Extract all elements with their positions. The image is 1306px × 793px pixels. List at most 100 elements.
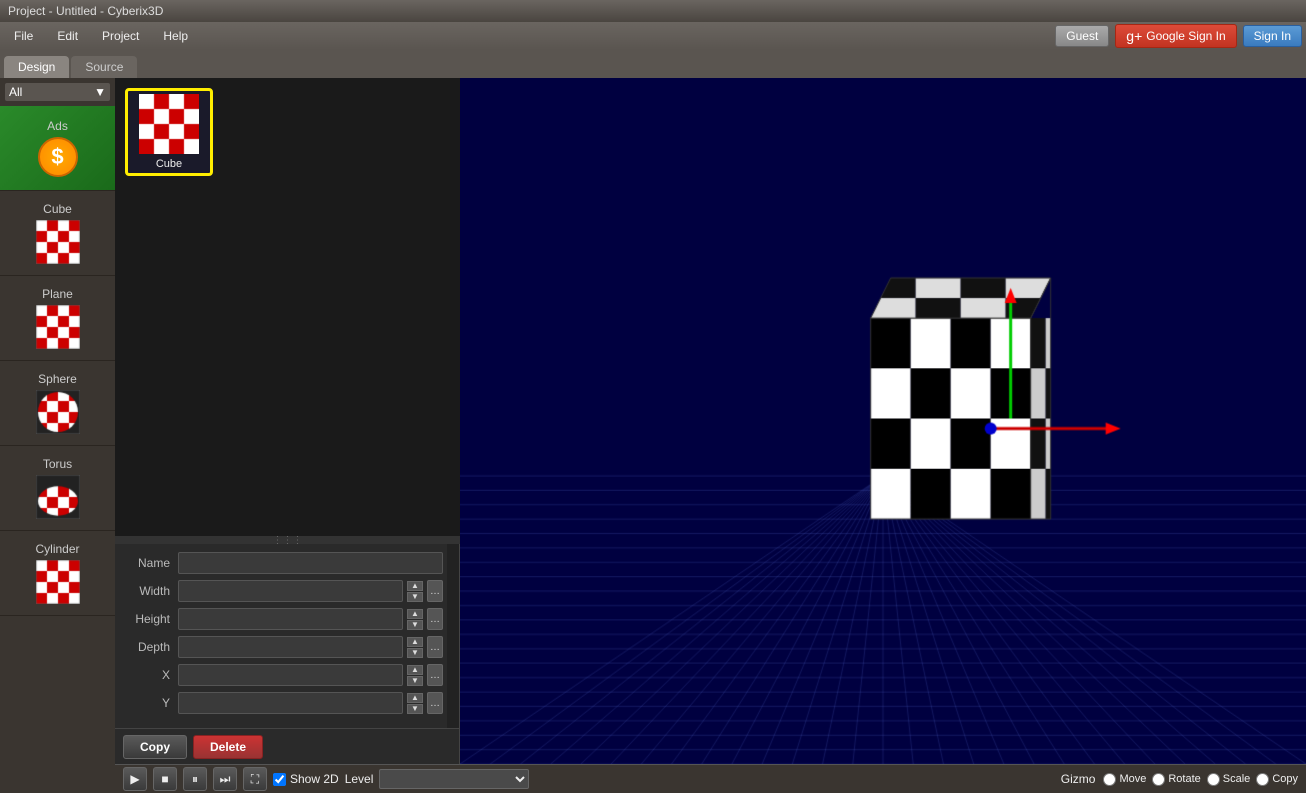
radio-scale-label[interactable]: Scale [1207, 773, 1251, 786]
prop-input-x[interactable] [178, 664, 403, 686]
prop-row-name: Name [119, 552, 443, 574]
toolbar-right: Gizmo Move Rotate Scale [1061, 772, 1298, 786]
main-layout: All ▼ Ads $ Cube Plane Sphere [0, 78, 1306, 793]
prop-label-height: Height [119, 612, 174, 626]
prop-row-y: Y ▲ ▼ … [119, 692, 443, 714]
move-label: Move [1119, 773, 1146, 785]
prop-row-height: Height ▲ ▼ … [119, 608, 443, 630]
ads-dollar-icon: $ [38, 137, 78, 177]
card-cube-label: Cube [156, 158, 182, 170]
width-dots-btn[interactable]: … [427, 580, 443, 602]
menu-edit[interactable]: Edit [47, 26, 88, 46]
auth-area: Guest g+ Google Sign In Sign In [1055, 24, 1302, 48]
show2d-checkbox[interactable] [273, 773, 286, 786]
menu-help[interactable]: Help [153, 26, 198, 46]
properties-scrollbar[interactable] [447, 544, 459, 728]
step-button[interactable]: ⏭ [213, 767, 237, 791]
sidebar-item-plane[interactable]: Plane [0, 276, 115, 361]
prop-input-y[interactable] [178, 692, 403, 714]
radio-rotate[interactable] [1152, 773, 1165, 786]
delete-button[interactable]: Delete [193, 735, 263, 759]
prop-row-x: X ▲ ▼ … [119, 664, 443, 686]
radio-copy-label[interactable]: Copy [1256, 773, 1298, 786]
pause-button[interactable]: ⏸ [183, 767, 207, 791]
sidebar-label-torus: Torus [43, 457, 72, 471]
panel-resize-handle[interactable]: ⋮⋮⋮ [115, 536, 460, 544]
prop-label-width: Width [119, 584, 174, 598]
signin-button[interactable]: Sign In [1243, 25, 1302, 47]
sidebar-item-ads[interactable]: Ads $ [0, 106, 115, 191]
radio-move-label[interactable]: Move [1103, 773, 1146, 786]
sidebar-label-cylinder: Cylinder [35, 542, 79, 556]
y-up-spinner[interactable]: ▲ [407, 693, 423, 703]
depth-up-spinner[interactable]: ▲ [407, 637, 423, 647]
x-up-spinner[interactable]: ▲ [407, 665, 423, 675]
category-select[interactable]: All ▼ [4, 82, 111, 102]
show2d-label: Show 2D [290, 772, 339, 786]
viewport-canvas [460, 78, 1306, 764]
radio-rotate-label[interactable]: Rotate [1152, 773, 1200, 786]
sidebar-item-sphere[interactable]: Sphere [0, 361, 115, 446]
fullscreen-button[interactable]: ⛶ [243, 767, 267, 791]
prop-input-height[interactable] [178, 608, 403, 630]
depth-down-spinner[interactable]: ▼ [407, 648, 423, 658]
prop-label-y: Y [119, 696, 174, 710]
play-button[interactable]: ▶ [123, 767, 147, 791]
depth-dots-btn[interactable]: … [427, 636, 443, 658]
height-up-spinner[interactable]: ▲ [407, 609, 423, 619]
dropdown-arrow-icon: ▼ [90, 83, 110, 101]
object-panel: Cube ⋮⋮⋮ Name [115, 78, 460, 764]
content-area: Cube ⋮⋮⋮ Name [115, 78, 1306, 793]
level-select[interactable] [379, 769, 529, 789]
prop-input-depth[interactable] [178, 636, 403, 658]
google-signin-button[interactable]: g+ Google Sign In [1115, 24, 1236, 48]
bottom-buttons: Copy Delete [115, 728, 459, 764]
object-card-cube[interactable]: Cube [125, 88, 213, 176]
prop-input-width[interactable] [178, 580, 403, 602]
title-bar: Project - Untitled - Cyberix3D [0, 0, 1306, 22]
x-down-spinner[interactable]: ▼ [407, 676, 423, 686]
prop-row-depth: Depth ▲ ▼ … [119, 636, 443, 658]
scale-label: Scale [1223, 773, 1251, 785]
title-text: Project - Untitled - Cyberix3D [8, 4, 163, 18]
radio-copy[interactable] [1256, 773, 1269, 786]
y-down-spinner[interactable]: ▼ [407, 704, 423, 714]
sidebar-item-cylinder[interactable]: Cylinder [0, 531, 115, 616]
properties-panel: Name Width ▲ ▼ … [115, 544, 460, 764]
height-spinners: ▲ ▼ [407, 609, 423, 630]
prop-label-name: Name [119, 556, 174, 570]
width-down-spinner[interactable]: ▼ [407, 592, 423, 602]
sidebar-scroll[interactable]: Ads $ Cube Plane Sphere Torus [0, 106, 115, 793]
gizmo-radio-group: Move Rotate Scale Copy [1103, 773, 1298, 786]
properties-scroll[interactable]: Name Width ▲ ▼ … [115, 544, 447, 728]
category-dropdown[interactable]: All [5, 83, 90, 101]
sidebar-label-cube: Cube [43, 202, 72, 216]
radio-scale[interactable] [1207, 773, 1220, 786]
tab-source[interactable]: Source [71, 56, 137, 78]
prop-input-name[interactable] [178, 552, 443, 574]
depth-spinners: ▲ ▼ [407, 637, 423, 658]
copy-button[interactable]: Copy [123, 735, 187, 759]
stop-button[interactable]: ■ [153, 767, 177, 791]
viewport[interactable] [460, 78, 1306, 764]
prop-row-width: Width ▲ ▼ … [119, 580, 443, 602]
menu-project[interactable]: Project [92, 26, 149, 46]
show2d-checkbox-label[interactable]: Show 2D [273, 772, 339, 786]
sidebar-item-torus[interactable]: Torus [0, 446, 115, 531]
sidebar-item-cube[interactable]: Cube [0, 191, 115, 276]
radio-move[interactable] [1103, 773, 1116, 786]
cube-icon [36, 220, 80, 264]
x-dots-btn[interactable]: … [427, 664, 443, 686]
prop-label-x: X [119, 668, 174, 682]
width-up-spinner[interactable]: ▲ [407, 581, 423, 591]
plane-icon [36, 305, 80, 349]
tab-bar: Design Source [0, 50, 1306, 78]
menu-file[interactable]: File [4, 26, 43, 46]
guest-badge: Guest [1055, 25, 1109, 47]
height-down-spinner[interactable]: ▼ [407, 620, 423, 630]
height-dots-btn[interactable]: … [427, 608, 443, 630]
sidebar-label-plane: Plane [42, 287, 73, 301]
y-dots-btn[interactable]: … [427, 692, 443, 714]
tab-design[interactable]: Design [4, 56, 69, 78]
sidebar-label-sphere: Sphere [38, 372, 77, 386]
